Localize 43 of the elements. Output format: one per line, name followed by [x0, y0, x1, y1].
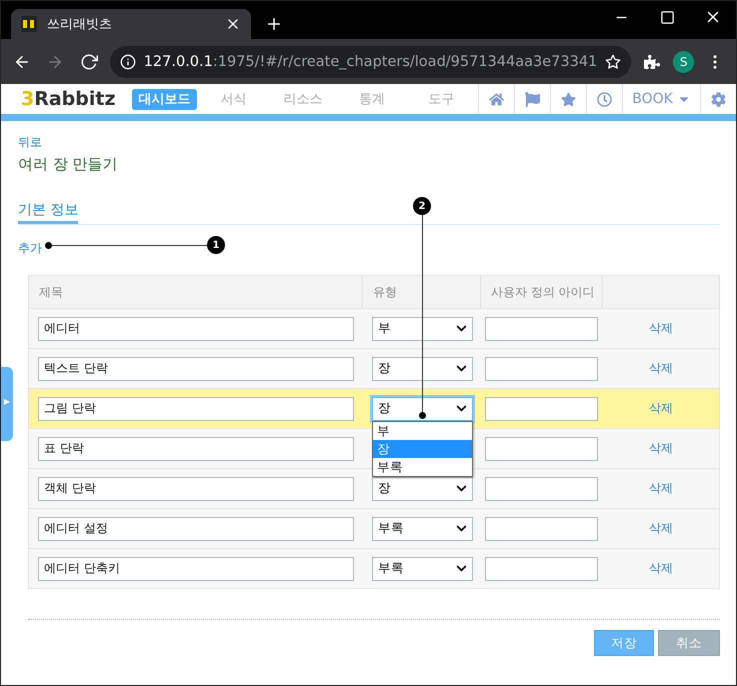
page-title: 여러 장 만들기 [18, 154, 119, 174]
type-select[interactable]: 장 [372, 476, 473, 500]
profile-avatar[interactable]: S [672, 50, 694, 72]
type-select[interactable]: 부록 [372, 556, 473, 580]
delete-link[interactable]: 삭제 [649, 480, 673, 497]
dropdown-option[interactable]: 장 [373, 440, 472, 458]
delete-link[interactable]: 삭제 [649, 440, 673, 457]
title-input[interactable]: 객체 단락 [38, 476, 354, 500]
browser-tab[interactable]: 쓰리래빗츠 [11, 9, 251, 39]
book-menu[interactable]: BOOK [622, 84, 700, 114]
dropdown-option[interactable]: 부록 [373, 458, 472, 476]
nav-tab[interactable]: 서식 [200, 88, 266, 110]
title-input[interactable]: 그림 단락 [38, 396, 354, 420]
delete-link[interactable]: 삭제 [649, 400, 673, 417]
title-input[interactable]: 텍스트 단락 [38, 356, 354, 380]
cancel-button[interactable]: 취소 [658, 630, 720, 656]
tab-title: 쓰리래빗츠 [47, 16, 113, 33]
dropdown-option[interactable]: 부 [373, 422, 472, 440]
type-select[interactable]: 부록 [372, 516, 473, 540]
nav-tab[interactable]: 대시보드 [132, 88, 197, 110]
nav-tab[interactable]: 도구 [408, 88, 474, 110]
logo[interactable]: 3Rabbitz [21, 88, 132, 110]
nav-tab[interactable]: 리소스 [270, 88, 336, 110]
section-tab[interactable]: 기본 정보 [18, 202, 78, 224]
title-input[interactable]: 에디터 단축키 [38, 556, 354, 580]
delete-link[interactable]: 삭제 [649, 520, 673, 537]
type-select[interactable]: 장 [372, 356, 473, 380]
add-link[interactable]: 추가 [18, 241, 42, 256]
type-select[interactable]: 부 [372, 316, 473, 340]
url-text: 127.0.0.1:1975/!#/r/create_chapters/load/9571344aa3e73341 [144, 54, 598, 70]
title-input[interactable]: 표 단락 [38, 436, 354, 460]
title-input[interactable]: 에디터 [38, 316, 354, 340]
save-button[interactable]: 저장 [594, 630, 654, 656]
title-input[interactable]: 에디터 설정 [38, 516, 354, 540]
sidebar-handle[interactable]: ▶ [1, 367, 13, 441]
delete-link[interactable]: 삭제 [649, 360, 673, 377]
address-field[interactable]: 127.0.0.1:1975/!#/r/create_chapters/load/9571344aa3e73341 [110, 46, 632, 78]
nav-tab[interactable]: 통계 [339, 88, 405, 110]
back-link[interactable]: 뒤로 [18, 135, 42, 150]
delete-link[interactable]: 삭제 [649, 320, 673, 337]
delete-link[interactable]: 삭제 [649, 560, 673, 577]
callout-badge: 2 [413, 197, 431, 215]
callout-badge: 1 [207, 236, 225, 254]
